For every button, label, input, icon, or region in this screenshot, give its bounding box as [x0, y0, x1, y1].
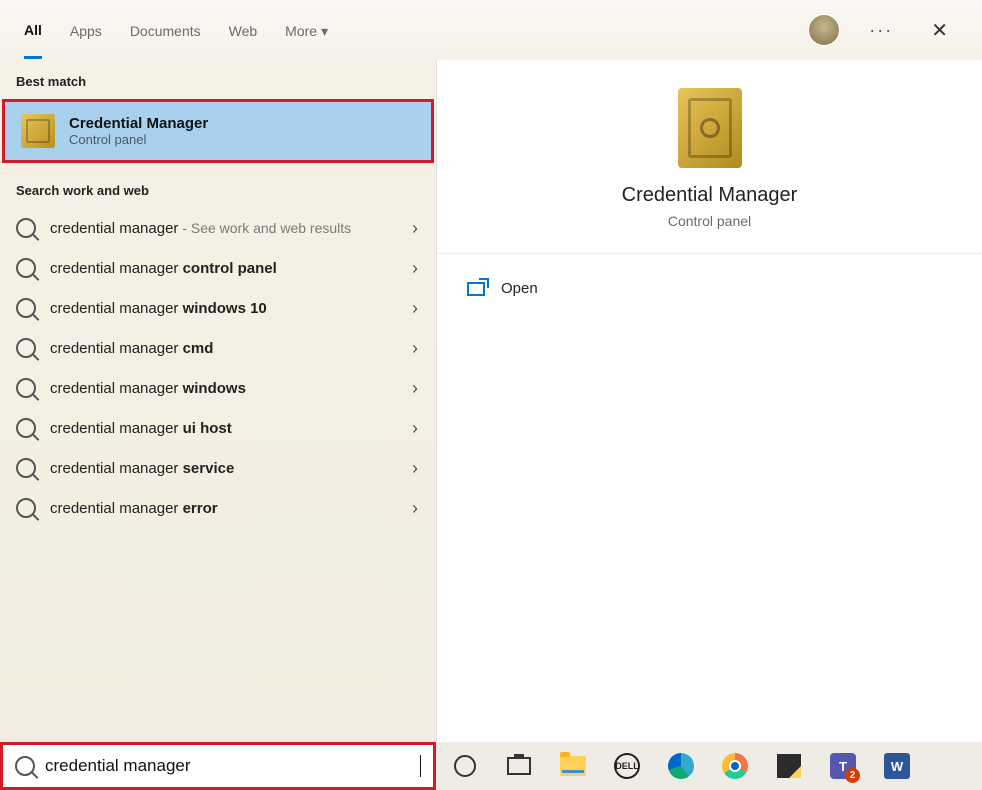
text-cursor: [420, 755, 421, 777]
teams-badge: 2: [845, 768, 860, 783]
search-icon: [16, 338, 36, 358]
best-match-title: Credential Manager: [69, 115, 208, 132]
open-label: Open: [501, 280, 538, 297]
search-suggestion[interactable]: credential manager error ›: [0, 488, 436, 528]
search-suggestion[interactable]: credential manager ui host ›: [0, 408, 436, 448]
best-match-result[interactable]: Credential Manager Control panel: [2, 99, 434, 163]
credential-manager-icon: [21, 114, 55, 148]
file-explorer-icon[interactable]: [558, 751, 588, 781]
search-icon: [16, 418, 36, 438]
chevron-down-icon: ▾: [321, 23, 328, 40]
suggestion-text: credential manager windows 10: [50, 300, 267, 317]
search-icon: [16, 498, 36, 518]
section-search-work-web: Search work and web: [0, 169, 436, 208]
teams-icon[interactable]: T2: [828, 751, 858, 781]
tab-web[interactable]: Web: [229, 3, 258, 57]
section-best-match: Best match: [0, 60, 436, 99]
user-avatar[interactable]: [807, 13, 841, 47]
chevron-right-icon: ›: [412, 298, 418, 319]
chevron-right-icon: ›: [412, 338, 418, 359]
search-suggestion[interactable]: credential manager windows ›: [0, 368, 436, 408]
search-icon: [15, 756, 35, 776]
word-icon[interactable]: W: [882, 751, 912, 781]
tab-documents[interactable]: Documents: [130, 3, 201, 57]
suggestion-text: credential manager error: [50, 500, 218, 517]
search-icon: [16, 458, 36, 478]
edge-icon[interactable]: [666, 751, 696, 781]
search-icon: [16, 218, 36, 238]
search-tabs: All Apps Documents Web More▾ ··· ✕: [0, 0, 982, 60]
open-action[interactable]: Open: [467, 272, 952, 305]
search-icon: [16, 378, 36, 398]
suggestion-text: credential manager service: [50, 460, 234, 477]
credential-manager-icon-large: [678, 88, 742, 168]
taskbar: DELL T2 W: [436, 742, 982, 790]
dell-icon[interactable]: DELL: [612, 751, 642, 781]
chevron-right-icon: ›: [412, 458, 418, 479]
suggestion-text: credential manager control panel: [50, 260, 277, 277]
search-suggestion[interactable]: credential manager service ›: [0, 448, 436, 488]
sticky-notes-icon[interactable]: [774, 751, 804, 781]
preview-panel: Credential Manager Control panel Open: [436, 60, 982, 742]
chrome-icon[interactable]: [720, 751, 750, 781]
suggestion-text: credential manager - See work and web re…: [50, 220, 351, 237]
search-bar[interactable]: [0, 742, 436, 790]
chevron-right-icon: ›: [412, 218, 418, 239]
more-options-icon[interactable]: ···: [869, 20, 893, 41]
tab-more[interactable]: More▾: [285, 3, 328, 58]
suggestion-text: credential manager ui host: [50, 420, 232, 437]
open-icon: [467, 282, 485, 296]
chevron-right-icon: ›: [412, 258, 418, 279]
chevron-right-icon: ›: [412, 498, 418, 519]
preview-title: Credential Manager: [457, 184, 962, 207]
search-suggestion[interactable]: credential manager windows 10 ›: [0, 288, 436, 328]
search-icon: [16, 258, 36, 278]
best-match-subtitle: Control panel: [69, 132, 208, 147]
task-view-icon[interactable]: [504, 751, 534, 781]
preview-subtitle: Control panel: [457, 213, 962, 229]
suggestion-text: credential manager windows: [50, 380, 246, 397]
cortana-icon[interactable]: [450, 751, 480, 781]
results-panel: Best match Credential Manager Control pa…: [0, 60, 436, 742]
search-input[interactable]: [45, 756, 410, 776]
chevron-right-icon: ›: [412, 378, 418, 399]
suggestion-text: credential manager cmd: [50, 340, 213, 357]
chevron-right-icon: ›: [412, 418, 418, 439]
close-icon[interactable]: ✕: [921, 12, 958, 49]
tab-all[interactable]: All: [24, 2, 42, 59]
search-suggestion[interactable]: credential manager cmd ›: [0, 328, 436, 368]
tab-apps[interactable]: Apps: [70, 3, 102, 57]
search-suggestion[interactable]: credential manager control panel ›: [0, 248, 436, 288]
search-icon: [16, 298, 36, 318]
search-suggestion[interactable]: credential manager - See work and web re…: [0, 208, 436, 248]
